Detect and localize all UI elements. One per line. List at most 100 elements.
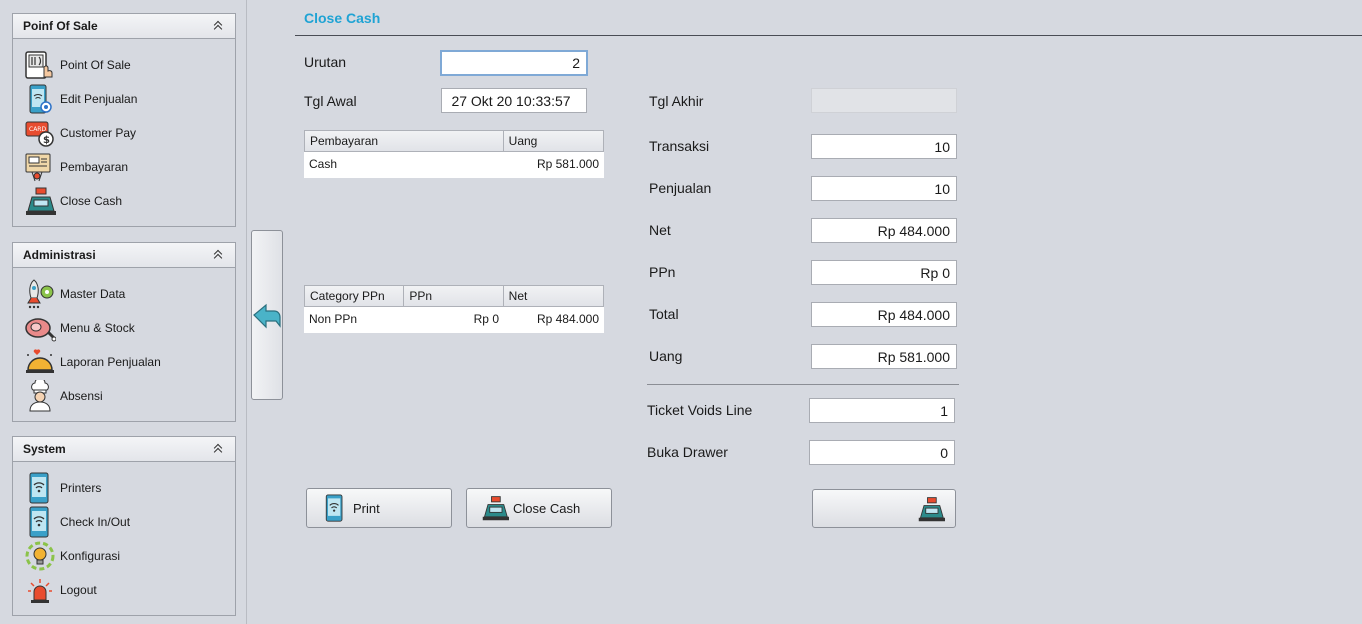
sidebar-item-label: Master Data bbox=[60, 287, 126, 301]
title-divider bbox=[295, 35, 1362, 36]
tgl-akhir-field bbox=[811, 88, 957, 113]
sidebar-item-label: Printers bbox=[60, 481, 102, 495]
phone-edit-icon bbox=[29, 84, 52, 114]
ticket-voids-label: Ticket Voids Line bbox=[647, 402, 753, 418]
sidebar-item-label: Customer Pay bbox=[60, 126, 137, 140]
sidebar-item-label: Menu & Stock bbox=[60, 321, 135, 335]
net-field[interactable]: Rp 484.000 bbox=[811, 218, 957, 243]
sidebar-item-edit-penjualan[interactable]: Edit Penjualan bbox=[13, 82, 235, 116]
close-cash-button-label: Close Cash bbox=[513, 500, 581, 516]
penjualan-label: Penjualan bbox=[649, 180, 712, 196]
table-header: Pembayaran Uang bbox=[304, 130, 604, 152]
pos-terminal-icon bbox=[25, 51, 53, 79]
sidebar-item-point-of-sale[interactable]: Point Of Sale bbox=[13, 48, 235, 82]
cash-register-icon bbox=[918, 496, 945, 521]
panel-title: Poinf Of Sale bbox=[23, 19, 98, 33]
sidebar-item-logout[interactable]: Logout bbox=[13, 573, 235, 607]
table-cell: Cash bbox=[309, 157, 338, 171]
sidebar-item-pembayaran[interactable]: Pembayaran bbox=[13, 150, 235, 184]
tax-table: Category PPn PPn Net Non PPn Rp 0 Rp 484… bbox=[304, 285, 604, 333]
ticket-voids-field[interactable]: 1 bbox=[809, 398, 955, 423]
buka-drawer-value: 0 bbox=[940, 444, 948, 461]
table-header: Category PPn PPn Net bbox=[304, 285, 604, 307]
column-header-uang[interactable]: Uang bbox=[504, 131, 603, 151]
column-header-pembayaran[interactable]: Pembayaran bbox=[305, 131, 504, 151]
buka-drawer-field[interactable]: 0 bbox=[809, 440, 955, 465]
column-header-ppn[interactable]: PPn bbox=[404, 286, 504, 306]
ppn-label: PPn bbox=[649, 264, 676, 280]
panel-point-of-sale: Poinf Of Sale Point Of Sale Edit Penjual… bbox=[12, 13, 236, 227]
table-cell: Non PPn bbox=[309, 312, 358, 326]
tgl-awal-field[interactable]: 27 Okt 20 10:33:57 bbox=[441, 88, 587, 113]
net-label: Net bbox=[649, 222, 671, 238]
total-label: Total bbox=[649, 306, 679, 322]
transaksi-value: 10 bbox=[934, 138, 950, 155]
collapse-up-icon[interactable] bbox=[213, 249, 225, 261]
panel-title: Administrasi bbox=[23, 248, 96, 262]
panel-administrasi: Administrasi Master Data Menu & Stock La… bbox=[12, 242, 236, 422]
phone-wifi-icon bbox=[325, 494, 343, 522]
meat-icon bbox=[25, 318, 56, 342]
sidebar-item-printers[interactable]: Printers bbox=[13, 471, 235, 505]
sidebar-item-check-in-out[interactable]: Check In/Out bbox=[13, 505, 235, 539]
uang-value: Rp 581.000 bbox=[877, 348, 950, 365]
sidebar-item-label: Laporan Penjualan bbox=[60, 355, 161, 369]
urutan-field[interactable]: 2 bbox=[440, 50, 588, 76]
print-button-label: Print bbox=[353, 500, 380, 516]
rocket-gear-icon bbox=[27, 279, 54, 309]
sidebar-item-close-cash[interactable]: Close Cash bbox=[13, 184, 235, 218]
sidebar-item-absensi[interactable]: Absensi bbox=[13, 379, 235, 413]
sidebar-item-label: Close Cash bbox=[60, 194, 123, 208]
uang-label: Uang bbox=[649, 348, 683, 364]
payment-table: Pembayaran Uang Cash Rp 581.000 bbox=[304, 130, 604, 178]
tgl-awal-label: Tgl Awal bbox=[304, 93, 357, 109]
penjualan-value: 10 bbox=[934, 180, 950, 197]
sidebar-item-master-data[interactable]: Master Data bbox=[13, 277, 235, 311]
sidebar-item-label: Pembayaran bbox=[60, 160, 129, 174]
collapse-up-icon[interactable] bbox=[213, 443, 225, 455]
tgl-awal-value: 27 Okt 20 10:33:57 bbox=[451, 92, 571, 109]
print-button[interactable]: Print bbox=[306, 488, 452, 528]
total-value: Rp 484.000 bbox=[877, 306, 950, 323]
table-row[interactable]: Non PPn Rp 0 Rp 484.000 bbox=[304, 307, 604, 331]
ticket-voids-value: 1 bbox=[940, 402, 948, 419]
open-drawer-button[interactable] bbox=[812, 489, 956, 528]
table-cell: Rp 484.000 bbox=[536, 312, 599, 326]
sidebar-item-label: Absensi bbox=[60, 389, 103, 403]
sidebar-item-konfigurasi[interactable]: Konfigurasi bbox=[13, 539, 235, 573]
phone-wifi-icon bbox=[29, 506, 49, 538]
sidebar-item-label: Konfigurasi bbox=[60, 549, 121, 563]
sidebar-item-label: Check In/Out bbox=[60, 515, 131, 529]
cash-register-icon bbox=[482, 496, 509, 521]
transaksi-field[interactable]: 10 bbox=[811, 134, 957, 159]
phone-wifi-icon bbox=[29, 472, 49, 504]
sidebar-item-menu-stock[interactable]: Menu & Stock bbox=[13, 311, 235, 345]
table-row[interactable]: Cash Rp 581.000 bbox=[304, 152, 604, 176]
column-header-net[interactable]: Net bbox=[504, 286, 603, 306]
panel-header[interactable]: Administrasi bbox=[13, 243, 235, 268]
back-arrow-icon bbox=[253, 303, 281, 329]
sidebar-item-laporan-penjualan[interactable]: Laporan Penjualan bbox=[13, 345, 235, 379]
total-field[interactable]: Rp 484.000 bbox=[811, 302, 957, 327]
section-divider bbox=[647, 384, 959, 385]
panel-header[interactable]: Poinf Of Sale bbox=[13, 14, 235, 39]
ppn-value: Rp 0 bbox=[920, 264, 950, 281]
ppn-field[interactable]: Rp 0 bbox=[811, 260, 957, 285]
close-cash-button[interactable]: Close Cash bbox=[466, 488, 612, 528]
sidebar-item-customer-pay[interactable]: CARD $ Customer Pay bbox=[13, 116, 235, 150]
urutan-label: Urutan bbox=[304, 54, 347, 70]
uang-field[interactable]: Rp 581.000 bbox=[811, 344, 957, 369]
table-cell: Rp 581.000 bbox=[536, 157, 599, 171]
food-cloche-icon bbox=[26, 349, 54, 373]
panel-system: System Printers Check In/Out Konfigurasi… bbox=[12, 436, 236, 616]
cash-register-icon bbox=[26, 187, 56, 215]
toggle-sidebar-button[interactable] bbox=[251, 230, 283, 400]
panel-header[interactable]: System bbox=[13, 437, 235, 462]
page-title: Close Cash bbox=[304, 10, 381, 26]
card-payment-icon: CARD $ bbox=[25, 121, 54, 147]
column-header-category-ppn[interactable]: Category PPn bbox=[305, 286, 405, 306]
penjualan-field[interactable]: 10 bbox=[811, 176, 957, 201]
table-cell: Rp 0 bbox=[473, 312, 499, 326]
net-value: Rp 484.000 bbox=[877, 222, 950, 239]
collapse-up-icon[interactable] bbox=[213, 20, 225, 32]
